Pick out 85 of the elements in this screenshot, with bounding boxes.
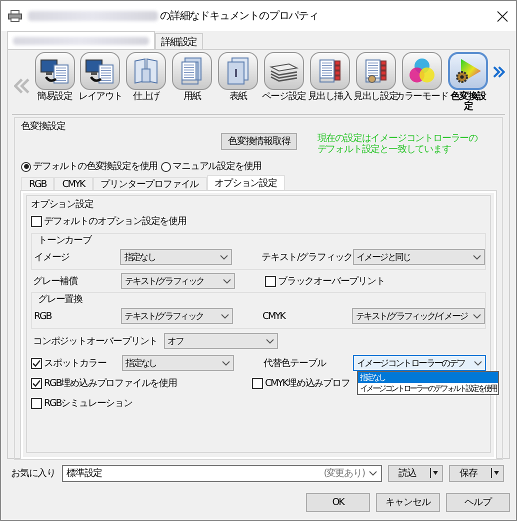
field-label: イメージ — [33, 250, 71, 264]
group-title: 色変換設定 — [21, 120, 67, 133]
monitor-icon — [40, 57, 70, 85]
checkbox[interactable] — [31, 398, 42, 408]
tab[interactable]: 詳細設定 — [155, 33, 203, 49]
dropdown[interactable]: 指定なし — [122, 355, 234, 371]
window-title: の詳細なドキュメントのプロパティ — [160, 9, 320, 23]
group-title: グレー置換 — [38, 294, 83, 305]
modified-note: (変更あり) — [324, 466, 365, 480]
save-button[interactable]: 保存 — [448, 464, 504, 482]
dialog-button[interactable]: キャンセル — [376, 493, 440, 512]
dropdown[interactable]: イメージコントローラーのデフ — [353, 355, 486, 371]
dialog-button[interactable]: OK — [306, 493, 370, 512]
tab[interactable]: RGB — [21, 177, 54, 191]
field-label: CMYK — [262, 310, 287, 322]
caret-icon — [430, 468, 439, 478]
favorites-label: お気に入り — [11, 466, 56, 480]
caret-icon — [490, 468, 500, 478]
toolbar-button[interactable] — [356, 52, 396, 90]
field-label: テキスト/グラフィック — [262, 250, 353, 264]
radio-button[interactable] — [21, 162, 31, 172]
toolbar-label: 表紙 — [229, 92, 247, 102]
field-label: グレー補償 — [32, 274, 79, 288]
toolbar-button[interactable] — [310, 52, 350, 90]
dropdown[interactable]: テキスト/グラフィック — [121, 273, 235, 289]
group-title: トーンカーブ — [38, 235, 92, 246]
group-title: オプション設定 — [31, 198, 94, 211]
document-icon — [180, 57, 204, 85]
rgb-profile-checkbox[interactable]: RGB埋め込みプロファイルを使用 — [31, 376, 252, 390]
checkbox-label: スポットカラー — [44, 356, 106, 370]
checkbox[interactable] — [31, 216, 42, 226]
checkbox-label: RGB埋め込みプロファイルを使用 — [44, 376, 177, 390]
chevron-down-icon — [266, 338, 274, 344]
checkbox[interactable] — [31, 358, 42, 368]
checkbox[interactable] — [31, 378, 42, 388]
toolbar-label: 色変換設定 — [450, 92, 488, 112]
toolbar-label: 用紙 — [183, 92, 201, 102]
toolbar-label: 簡易設定 — [37, 92, 72, 102]
dropdown[interactable]: オフ — [164, 333, 278, 349]
dropdown[interactable]: テキスト/グラフィック — [120, 308, 233, 324]
spot-color-checkbox[interactable]: スポットカラー — [31, 356, 122, 370]
toolbar-label: 見出し挿入 — [308, 92, 352, 102]
chevron-down-icon — [473, 254, 482, 260]
load-button[interactable]: 読込 — [388, 464, 443, 482]
field-label: コンポジットオーバープリント — [32, 334, 158, 348]
toolbar-label: レイアウト — [78, 92, 122, 102]
toolbar-button[interactable] — [34, 52, 75, 90]
field-label: RGB — [33, 310, 52, 322]
toolbar-label: 仕上げ — [133, 92, 160, 102]
chevron-down-icon — [220, 314, 229, 318]
color-circles-icon — [408, 57, 436, 85]
dropdown-option[interactable]: イメージコントローラーのデフォルト設定を使用 — [358, 383, 498, 394]
status-note: 現在の設定はイメージコントローラーのデフォルト設定と一致しています — [317, 133, 479, 157]
checkbox[interactable] — [265, 276, 276, 286]
chevron-down-icon — [220, 254, 228, 260]
dialog-button[interactable]: ヘルプ — [446, 493, 510, 512]
dropdown[interactable]: イメージと同じ — [352, 249, 486, 265]
printer-icon — [8, 10, 22, 22]
dropdown[interactable]: テキスト/グラフィック/イメージ — [352, 308, 486, 324]
toolbar-button[interactable] — [264, 52, 304, 90]
close-icon[interactable] — [497, 10, 508, 22]
toolbar-button[interactable] — [80, 52, 120, 90]
radio-button[interactable] — [160, 162, 171, 172]
field-label: 代替色テーブル — [263, 356, 328, 370]
favorites-combo[interactable]: 標準設定 (変更あり) — [62, 464, 382, 482]
tab[interactable]: CMYK — [54, 177, 93, 191]
chevron-down-icon — [473, 314, 482, 318]
fetch-button[interactable]: 色変換情報取得 — [221, 133, 298, 150]
checkbox[interactable] — [252, 378, 263, 388]
chevron-down-icon — [223, 278, 231, 284]
chevron-down-icon — [474, 360, 482, 366]
double-chevron-right-icon[interactable] — [493, 66, 505, 78]
cover-page-icon — [226, 57, 250, 85]
dropdown-option[interactable]: 指定なし — [358, 372, 498, 383]
dropdown[interactable]: 指定なし — [120, 249, 232, 265]
toolbar-label: 見出し設定 — [354, 92, 398, 102]
chevron-down-icon — [368, 470, 377, 476]
folded-pages-icon — [132, 57, 160, 85]
tab[interactable]: プリンタープロファイル — [92, 177, 207, 191]
monitor-icon — [85, 57, 116, 85]
toolbar-button[interactable] — [448, 52, 488, 90]
tab[interactable]: オプション設定 — [206, 175, 285, 191]
color-gamut-icon — [453, 57, 484, 85]
toolbar-label: ページ設定 — [262, 92, 306, 102]
chevron-down-icon — [222, 360, 230, 366]
